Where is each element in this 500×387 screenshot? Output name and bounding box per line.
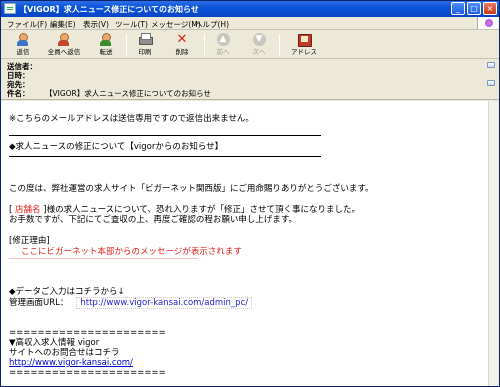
footer-title: ▼高収入求人情報 vigor <box>9 338 100 348</box>
menu-file[interactable]: ファイル(F) <box>7 19 47 30</box>
maximize-button[interactable]: □ <box>467 2 481 15</box>
address-book-button[interactable]: アドレス <box>285 33 323 57</box>
menu-message[interactable]: メッセージ(M) <box>151 19 201 30</box>
to-expand-icon[interactable] <box>487 80 495 86</box>
delete-icon: ✕ <box>176 32 188 47</box>
divider-bottom <box>9 156 321 157</box>
minimize-button[interactable]: _ <box>451 2 465 15</box>
message-headers: 送信者： 日時： 宛先： 件名： 【VIGOR】求人ニュース修正についてのお知らせ <box>1 60 499 100</box>
footer-divider-bottom: ====================== <box>9 368 166 378</box>
from-expand-icon[interactable] <box>487 62 495 68</box>
print-button[interactable]: 印刷 <box>129 33 161 57</box>
print-label: 印刷 <box>138 48 152 56</box>
admin-url-label: 管理画面URL： <box>9 298 69 308</box>
toolbar-separator <box>126 34 127 56</box>
no-reply-notice: ※こちらのメールアドレスは送信専用ですので返信出来ません。 <box>9 114 254 124</box>
previous-button[interactable]: ▲ 前へ <box>207 33 239 57</box>
footer-site-link[interactable]: http://www.vigor-kansai.com/ <box>9 358 133 368</box>
title-bar[interactable]: 【VIGOR】求人ニュース修正についてのお知らせ _ □ × <box>1 1 499 17</box>
delete-button[interactable]: ✕ 削除 <box>166 33 198 57</box>
windows-logo-icon <box>477 17 499 29</box>
next-icon: ▼ <box>252 33 266 46</box>
body-scrollbar[interactable] <box>488 101 498 386</box>
menu-tools[interactable]: ツール(T) <box>115 19 148 30</box>
divider-top <box>9 135 321 136</box>
footer-contact: サイトへのお問合せはコチラ <box>9 348 120 358</box>
toolbar-separator <box>204 34 205 56</box>
toolbar-separator <box>279 34 280 56</box>
reason-underline: ＿＿＿＿＿＿＿＿＿＿＿＿＿＿＿＿＿＿＿＿＿＿＿＿＿＿＿ <box>9 252 198 260</box>
confirm-paragraph: お手数ですが、下記にてご査収の上、再度ご確認の程お願い申し上げます。 <box>9 215 297 225</box>
subject-label: 件名： <box>7 89 30 98</box>
store-paragraph: [ 店舗名 ]様の求人ニュースについて、恐れ入りますが「修正」させて頂く事になり… <box>9 205 360 215</box>
store-name-placeholder: 店舗名 <box>15 205 41 215</box>
reason-label: [修正理由] <box>9 236 50 246</box>
admin-url-link[interactable]: http://www.vigor-kansai.com/admin_pc/ <box>76 297 253 309</box>
reply-label: 返信 <box>16 48 30 56</box>
delete-label: 削除 <box>175 48 189 56</box>
message-window: 【VIGOR】求人ニュース修正についてのお知らせ _ □ × ファイル(F) 編… <box>0 0 500 387</box>
previous-icon: ▲ <box>216 33 230 46</box>
reply-all-button[interactable]: 全員へ返信 <box>44 33 84 57</box>
intro-paragraph: この度は、弊社運営の求人サイト「ビガーネット関西版」にご用命賜りありがとうござい… <box>9 184 374 194</box>
reply-all-label: 全員へ返信 <box>47 48 81 56</box>
close-button[interactable]: × <box>483 2 497 15</box>
menu-view[interactable]: 表示(V) <box>83 19 109 30</box>
toolbar: 返信 全員へ返信 転送 印刷 ✕ 削除 ▲ 前へ ▼ 次へ アドレス <box>1 31 499 59</box>
subject-row: 件名： 【VIGOR】求人ニュース修正についてのお知らせ <box>7 88 211 98</box>
menu-edit[interactable]: 編集(E) <box>50 19 76 30</box>
menu-bar: ファイル(F) 編集(E) 表示(V) ツール(T) メッセージ(M) ヘルプ(… <box>1 17 499 30</box>
reply-icon <box>16 33 30 46</box>
forward-label: 転送 <box>99 48 113 56</box>
subject-value: 【VIGOR】求人ニュース修正についてのお知らせ <box>45 89 212 98</box>
section-heading: ◆求人ニュースの修正について【vigorからのお知らせ】 <box>9 142 224 152</box>
next-label: 次へ <box>252 48 266 56</box>
address-book-icon <box>297 33 312 47</box>
menu-help[interactable]: ヘルプ(H) <box>195 19 229 30</box>
forward-icon <box>99 33 113 46</box>
message-body[interactable]: ※こちらのメールアドレスは送信専用ですので返信出来ません。 ◆求人ニュースの修正… <box>1 101 488 386</box>
address-book-label: アドレス <box>291 48 317 56</box>
message-icon <box>4 3 16 14</box>
next-button[interactable]: ▼ 次へ <box>243 33 275 57</box>
store-paragraph-rest: ]様の求人ニュースについて、恐れ入りますが「修正」させて頂く事になりました。 <box>40 205 360 215</box>
previous-label: 前へ <box>216 48 230 56</box>
printer-icon <box>138 33 153 46</box>
reply-button[interactable]: 返信 <box>7 33 39 57</box>
data-entry-heading: ◆データご入力はコチラから↓ <box>9 287 125 297</box>
forward-button[interactable]: 転送 <box>90 33 122 57</box>
window-title: 【VIGOR】求人ニュース修正についてのお知らせ <box>19 5 199 14</box>
footer-divider: ====================== <box>9 328 166 338</box>
reply-all-icon <box>57 33 71 46</box>
admin-url-row: 管理画面URL： http://www.vigor-kansai.com/admi… <box>9 297 253 309</box>
